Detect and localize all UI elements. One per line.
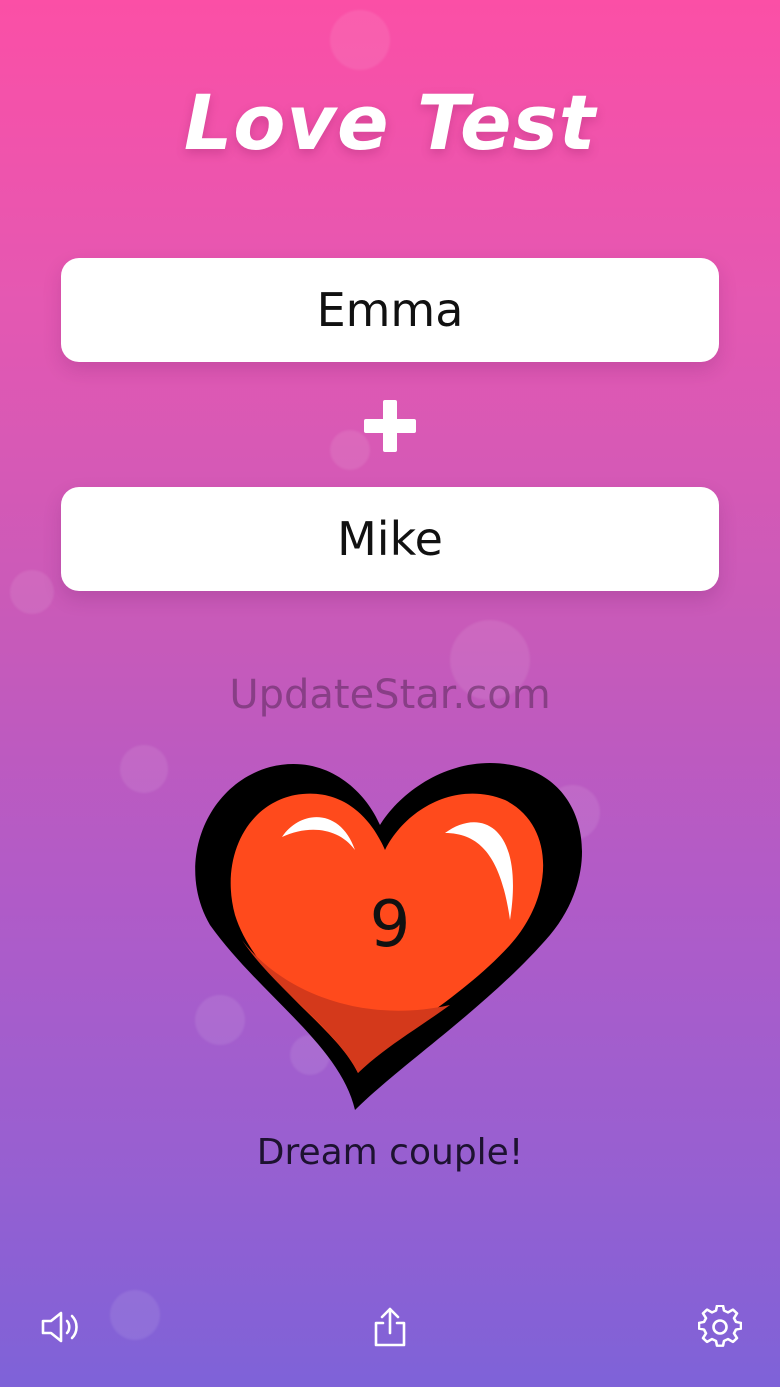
bokeh-dot xyxy=(330,10,390,70)
plus-icon xyxy=(364,400,416,452)
app-title: Love Test xyxy=(183,78,597,167)
watermark: UpdateStar.com xyxy=(229,672,551,718)
first-name-field[interactable]: Emma xyxy=(61,258,719,362)
second-name-field[interactable]: Mike xyxy=(61,487,719,591)
bokeh-dot xyxy=(110,1290,160,1340)
result-message: Dream couple! xyxy=(256,1132,524,1173)
love-score: 9 xyxy=(369,888,411,962)
share-icon[interactable] xyxy=(368,1305,412,1349)
speaker-icon[interactable] xyxy=(38,1305,82,1349)
gear-icon[interactable] xyxy=(697,1304,743,1349)
bokeh-dot xyxy=(10,570,54,614)
bokeh-dot xyxy=(120,745,168,793)
